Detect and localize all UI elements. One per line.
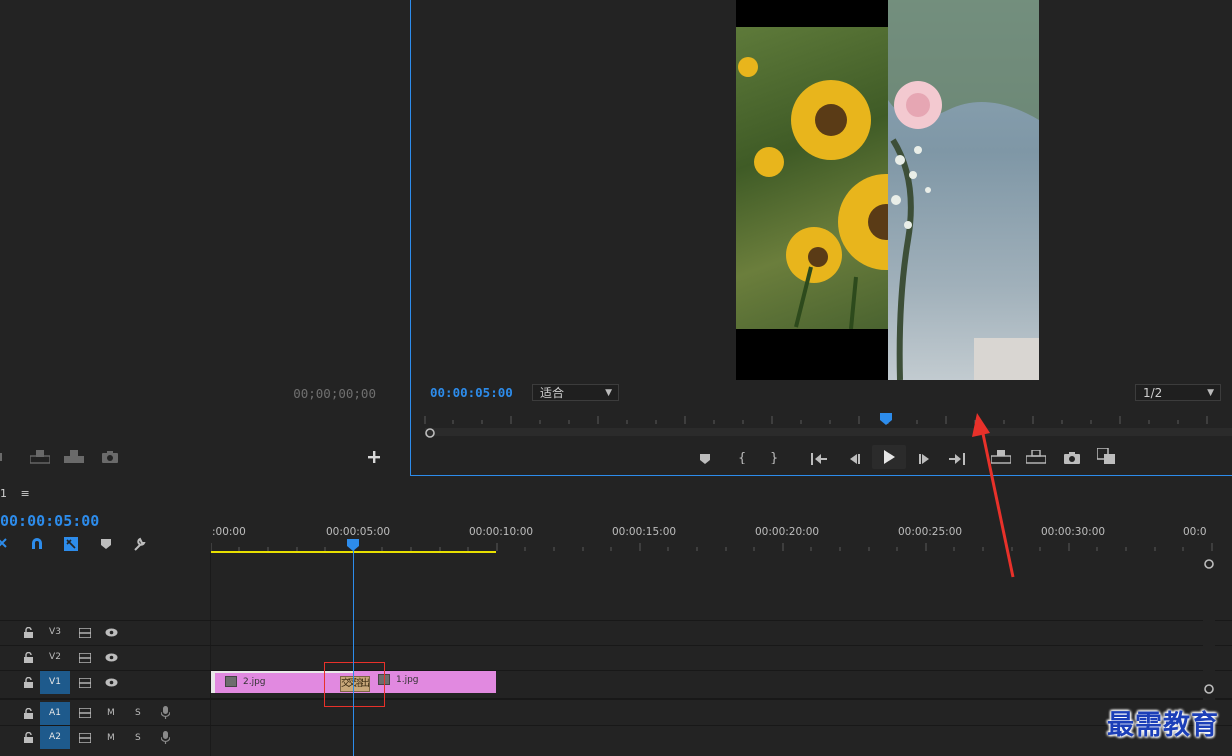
snap-magnet-icon[interactable] xyxy=(30,537,44,551)
insert-icon[interactable] xyxy=(0,450,6,464)
playhead-timecode[interactable]: 00:00:05:00 xyxy=(0,512,99,530)
zoom-handle-icon[interactable] xyxy=(425,428,435,438)
annotation-arrow xyxy=(972,413,1015,578)
fx-badge-icon xyxy=(225,676,237,687)
sunflower-image xyxy=(736,27,888,329)
source-timecode[interactable]: 00;00;00;00 xyxy=(293,386,376,401)
export-frame-camera-icon[interactable] xyxy=(102,450,118,464)
ruler-tick-label: 00:0 xyxy=(1183,526,1207,538)
eye-icon[interactable] xyxy=(105,653,118,662)
sequence-tab[interactable]: 1 ≡ xyxy=(0,487,30,500)
zoom-scrollbar[interactable] xyxy=(425,428,1232,436)
lock-icon[interactable] xyxy=(24,708,33,719)
transition-highlight-box xyxy=(324,662,385,707)
play-icon xyxy=(884,450,895,464)
track-row-a1: A1 M S xyxy=(0,698,1232,726)
go-to-in-icon[interactable] xyxy=(811,450,827,469)
ruler-tick-label: 00:00:20:00 xyxy=(755,526,820,538)
insert-clip-icon[interactable] xyxy=(30,450,50,464)
solo-track-button[interactable]: S xyxy=(135,733,141,743)
playhead-line[interactable] xyxy=(353,550,354,756)
ruler-tick-label: 00:00:10:00 xyxy=(469,526,534,538)
solo-track-button[interactable]: S xyxy=(135,708,141,718)
svg-text:}: } xyxy=(770,451,778,464)
lock-icon[interactable] xyxy=(24,627,33,638)
track-label-v3[interactable]: V3 xyxy=(40,621,70,644)
ruler-tick-label: 00:00:25:00 xyxy=(898,526,963,538)
mark-out-icon[interactable]: } xyxy=(770,449,778,468)
eye-icon[interactable] xyxy=(105,678,118,687)
sync-lock-icon[interactable] xyxy=(79,708,91,718)
program-monitor-panel: 00:00:05:00 适合 ▼ 1/2 ▼ {} xyxy=(410,0,1232,476)
track-label-v1[interactable]: V1 xyxy=(40,671,70,694)
watermark-logo: 最需教育 xyxy=(1107,710,1219,741)
track-row-v1: V1 xyxy=(0,670,1232,695)
fit-zoom-dropdown[interactable]: 适合 ▼ xyxy=(532,384,619,401)
add-marker-icon[interactable] xyxy=(699,450,711,469)
mute-track-button[interactable]: M xyxy=(107,733,115,743)
chevron-down-icon: ▼ xyxy=(605,388,612,398)
mark-in-icon[interactable]: { xyxy=(738,449,746,468)
wrench-settings-icon[interactable] xyxy=(132,537,146,551)
track-label-a1[interactable]: A1 xyxy=(40,702,70,725)
sync-lock-icon[interactable] xyxy=(79,678,91,688)
step-back-icon[interactable] xyxy=(847,450,861,469)
clip-name: 1.jpg xyxy=(396,675,419,685)
microphone-icon[interactable] xyxy=(161,731,170,744)
playback-resolution-dropdown[interactable]: 1/2 ▼ xyxy=(1135,384,1221,401)
eye-icon[interactable] xyxy=(105,628,118,637)
chevron-down-icon: ▼ xyxy=(1207,388,1214,398)
linked-selection-icon[interactable] xyxy=(64,537,78,551)
svg-text:{: { xyxy=(738,451,746,464)
nest-sequence-icon[interactable] xyxy=(0,537,8,551)
track-label-a2[interactable]: A2 xyxy=(40,726,70,749)
ruler-tick-label: :00:00 xyxy=(212,526,246,538)
track-row-v2: V2 xyxy=(0,645,1232,670)
fit-zoom-value: 适合 xyxy=(540,386,565,400)
sync-lock-icon[interactable] xyxy=(79,628,91,638)
sync-lock-icon[interactable] xyxy=(79,653,91,663)
lock-icon[interactable] xyxy=(24,732,33,743)
sync-lock-icon[interactable] xyxy=(79,733,91,743)
track-row-v3: V3 xyxy=(0,620,1232,645)
microphone-icon[interactable] xyxy=(161,706,170,719)
playback-resolution-value: 1/2 xyxy=(1143,386,1163,400)
ruler-tick-label: 00:00:30:00 xyxy=(1041,526,1106,538)
track-label-v2[interactable]: V2 xyxy=(40,646,70,669)
sequence-name: 1 xyxy=(0,487,7,500)
program-video-frame[interactable] xyxy=(736,0,1039,380)
mute-track-button[interactable]: M xyxy=(107,708,115,718)
source-monitor-panel: 00;00;00;00 xyxy=(0,0,406,476)
scroll-handle-top-icon[interactable] xyxy=(1204,559,1214,569)
timeline-panel: 1 ≡ 00:00:05:00:00:00 00:00:05:00 00:00… xyxy=(0,478,1232,756)
add-marker-icon[interactable] xyxy=(100,538,112,550)
overwrite-clip-icon[interactable] xyxy=(64,450,84,464)
rose-image xyxy=(888,0,1039,380)
ruler-tick-label: 00:00:05:00 xyxy=(326,526,391,538)
scroll-handle-bottom-icon[interactable] xyxy=(1204,684,1214,694)
clip-name: 2.jpg xyxy=(243,677,266,687)
playhead-marker-icon[interactable] xyxy=(880,413,892,425)
export-frame-camera-icon[interactable] xyxy=(1064,450,1080,469)
program-time-ruler[interactable] xyxy=(423,412,1232,426)
program-timecode[interactable]: 00:00:05:00 xyxy=(430,385,513,400)
lock-icon[interactable] xyxy=(24,677,33,688)
lock-icon[interactable] xyxy=(24,652,33,663)
panel-menu-icon[interactable]: ≡ xyxy=(21,487,30,500)
track-row-a2: A2 M S xyxy=(0,725,1232,752)
ruler-tick-label: 00:00:15:00 xyxy=(612,526,677,538)
add-button-icon[interactable] xyxy=(368,451,380,463)
step-forward-icon[interactable] xyxy=(918,450,932,469)
comparison-view-icon[interactable] xyxy=(1096,447,1115,468)
play-button[interactable] xyxy=(872,445,906,469)
